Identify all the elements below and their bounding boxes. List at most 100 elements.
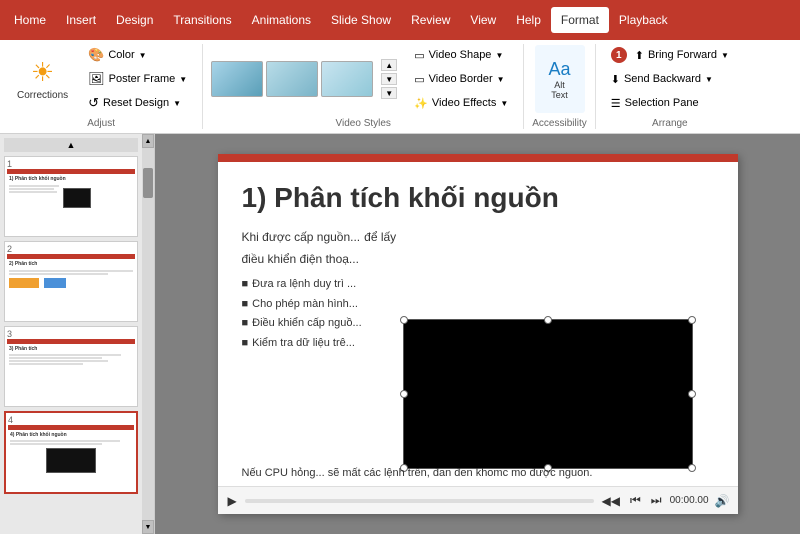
panel-scroll-up[interactable]: ▲ bbox=[4, 138, 138, 152]
alt-text-label: AltText bbox=[551, 80, 568, 100]
scrollbar-thumb[interactable] bbox=[143, 168, 153, 198]
menu-format[interactable]: Format bbox=[551, 7, 609, 33]
video-scroll-down[interactable]: ▼ bbox=[381, 73, 397, 85]
adjust-controls: ☀ Corrections 🎨 Color ▼ 🖼 Poster Frame ▼… bbox=[8, 44, 194, 114]
accessibility-controls: Aa AltText bbox=[535, 44, 585, 114]
handle-tl[interactable] bbox=[400, 316, 408, 324]
selection-pane-label: Selection Pane bbox=[625, 97, 699, 109]
bullet-text-4: Kiểm tra dữ liệu trê... bbox=[252, 335, 355, 352]
bf-dropdown-icon: ▼ bbox=[721, 51, 729, 60]
menu-design[interactable]: Design bbox=[106, 7, 163, 33]
poster-frame-icon: 🖼 bbox=[88, 71, 105, 87]
slide-top-bar bbox=[218, 154, 738, 162]
menu-view[interactable]: View bbox=[460, 7, 506, 33]
volume-button[interactable]: 🔊 bbox=[715, 494, 730, 508]
skip-forward-button[interactable]: ⏭ bbox=[649, 491, 664, 510]
sb-dropdown-icon: ▼ bbox=[705, 75, 713, 84]
video-box[interactable] bbox=[403, 319, 693, 469]
selection-pane-button[interactable]: ☰ Selection Pane bbox=[604, 92, 736, 114]
accessibility-group-label: Accessibility bbox=[532, 114, 586, 129]
menu-insert[interactable]: Insert bbox=[56, 7, 106, 33]
video-scroll-up[interactable]: ▲ bbox=[381, 59, 397, 71]
ve-dropdown-icon: ▼ bbox=[500, 99, 508, 108]
bring-forward-button[interactable]: 1 ⬆ Bring Forward ▼ bbox=[604, 44, 736, 66]
video-controls-bar: ▶ ◀◀ ⏮ ⏭ 00:00.00 🔊 bbox=[218, 486, 738, 514]
ribbon: ☀ Corrections 🎨 Color ▼ 🖼 Poster Frame ▼… bbox=[0, 40, 800, 134]
progress-bar[interactable] bbox=[245, 499, 594, 503]
slide-thumb-inner-2: 2) Phân tích bbox=[7, 254, 135, 319]
slide-thumb-inner-4: 4) Phân tích khối nguồn bbox=[8, 425, 134, 490]
bullet-text-2: Cho phép màn hình... bbox=[252, 296, 358, 313]
vb-dropdown-icon: ▼ bbox=[497, 75, 505, 84]
slide-title: 1) Phân tích khối nguồn bbox=[218, 162, 738, 224]
menu-slideshow[interactable]: Slide Show bbox=[321, 7, 401, 33]
slide-bullet-1: ■ Đưa ra lệnh duy trì ... bbox=[242, 276, 714, 293]
play-button[interactable]: ▶ bbox=[226, 492, 239, 510]
color-button[interactable]: 🎨 Color ▼ bbox=[81, 44, 194, 66]
bullet-dot-3: ■ bbox=[242, 315, 249, 332]
rewind-button[interactable]: ◀◀ bbox=[600, 492, 622, 510]
slide-thumb-2[interactable]: 2 2) Phân tích bbox=[4, 241, 138, 322]
time-display: 00:00.00 bbox=[670, 495, 709, 506]
video-styles-group-label: Video Styles bbox=[336, 114, 391, 129]
arrange-col: 1 ⬆ Bring Forward ▼ ⬇ Send Backward ▼ ☰ … bbox=[604, 44, 736, 114]
bullet-text-3: Điều khiển cấp nguồ... bbox=[252, 315, 361, 332]
video-effects-icon: ✨ bbox=[414, 97, 428, 110]
vs-dropdown-icon: ▼ bbox=[495, 51, 503, 60]
menu-animations[interactable]: Animations bbox=[242, 7, 321, 33]
handle-tr[interactable] bbox=[688, 316, 696, 324]
slide-thumb-1[interactable]: 1 1) Phân tích khối nguồn bbox=[4, 156, 138, 237]
video-thumb-2[interactable] bbox=[266, 61, 318, 97]
color-label: Color bbox=[108, 49, 134, 61]
menubar: Home Insert Design Transitions Animation… bbox=[0, 0, 800, 40]
video-scroll-buttons: ▲ ▼ ▼ bbox=[381, 59, 397, 99]
handle-mr[interactable] bbox=[688, 390, 696, 398]
bring-forward-icon: ⬆ bbox=[635, 49, 644, 62]
menu-home[interactable]: Home bbox=[4, 7, 56, 33]
video-effects-button[interactable]: ✨ Video Effects ▼ bbox=[407, 92, 515, 114]
slide-number-1: 1 bbox=[7, 159, 12, 169]
send-backward-button[interactable]: ⬇ Send Backward ▼ bbox=[604, 68, 736, 90]
menu-review[interactable]: Review bbox=[401, 7, 460, 33]
reset-design-button[interactable]: ↺ Reset Design ▼ bbox=[81, 92, 194, 114]
slide-number-4: 4 bbox=[8, 415, 13, 425]
skip-back-button[interactable]: ⏮ bbox=[628, 491, 643, 510]
corrections-button[interactable]: ☀ Corrections bbox=[8, 45, 77, 113]
scrollbar-down-arrow[interactable]: ▼ bbox=[142, 520, 154, 534]
slide-number-2: 2 bbox=[7, 244, 12, 254]
slide-thumb-3[interactable]: 3 3) Phân tích bbox=[4, 326, 138, 407]
alt-text-button[interactable]: Aa AltText bbox=[535, 45, 585, 113]
video-thumb-1[interactable] bbox=[211, 61, 263, 97]
bring-forward-label: Bring Forward bbox=[648, 49, 717, 61]
video-scroll-more[interactable]: ▼ bbox=[381, 87, 397, 99]
bullet-dot-2: ■ bbox=[242, 296, 249, 313]
video-shape-button[interactable]: ▭ Video Shape ▼ bbox=[407, 44, 515, 66]
video-border-button[interactable]: ▭ Video Border ▼ bbox=[407, 68, 515, 90]
video-styles-controls: ▲ ▼ ▼ ▭ Video Shape ▼ ▭ Video Border ▼ bbox=[211, 44, 515, 114]
poster-frame-button[interactable]: 🖼 Poster Frame ▼ bbox=[81, 68, 194, 90]
slide-thumb-inner-3: 3) Phân tích bbox=[7, 339, 135, 404]
adjust-group-label: Adjust bbox=[87, 114, 115, 129]
slide-panel[interactable]: ▲ 1 1) Phân tích khối nguồn bbox=[0, 134, 142, 534]
slide-bullet-2: ■ Cho phép màn hình... bbox=[242, 296, 714, 313]
handle-tm[interactable] bbox=[544, 316, 552, 324]
menu-playback[interactable]: Playback bbox=[609, 7, 678, 33]
video-thumb-list bbox=[211, 61, 373, 97]
slide-canvas: 1) Phân tích khối nguồn Khi được cấp ngu… bbox=[218, 154, 738, 514]
scrollbar-track bbox=[142, 148, 154, 520]
slide-panel-container: ▲ 1 1) Phân tích khối nguồn bbox=[0, 134, 155, 534]
scrollbar-up-arrow[interactable]: ▲ bbox=[142, 134, 154, 148]
reset-dropdown-icon: ▼ bbox=[173, 99, 181, 108]
ribbon-group-accessibility: Aa AltText Accessibility bbox=[524, 44, 595, 129]
video-options-col: ▭ Video Shape ▼ ▭ Video Border ▼ ✨ Video… bbox=[407, 44, 515, 114]
menu-transitions[interactable]: Transitions bbox=[163, 7, 241, 33]
menu-help[interactable]: Help bbox=[506, 7, 551, 33]
slide-thumb-4[interactable]: 4 4) Phân tích khối nguồn bbox=[4, 411, 138, 494]
handle-ml[interactable] bbox=[400, 390, 408, 398]
video-thumb-3[interactable] bbox=[321, 61, 373, 97]
color-icon: 🎨 bbox=[88, 47, 104, 63]
badge-1: 1 bbox=[611, 47, 627, 63]
sun-icon: ☀ bbox=[31, 57, 54, 88]
selection-pane-icon: ☰ bbox=[611, 97, 621, 110]
ribbon-group-adjust: ☀ Corrections 🎨 Color ▼ 🖼 Poster Frame ▼… bbox=[0, 44, 203, 129]
